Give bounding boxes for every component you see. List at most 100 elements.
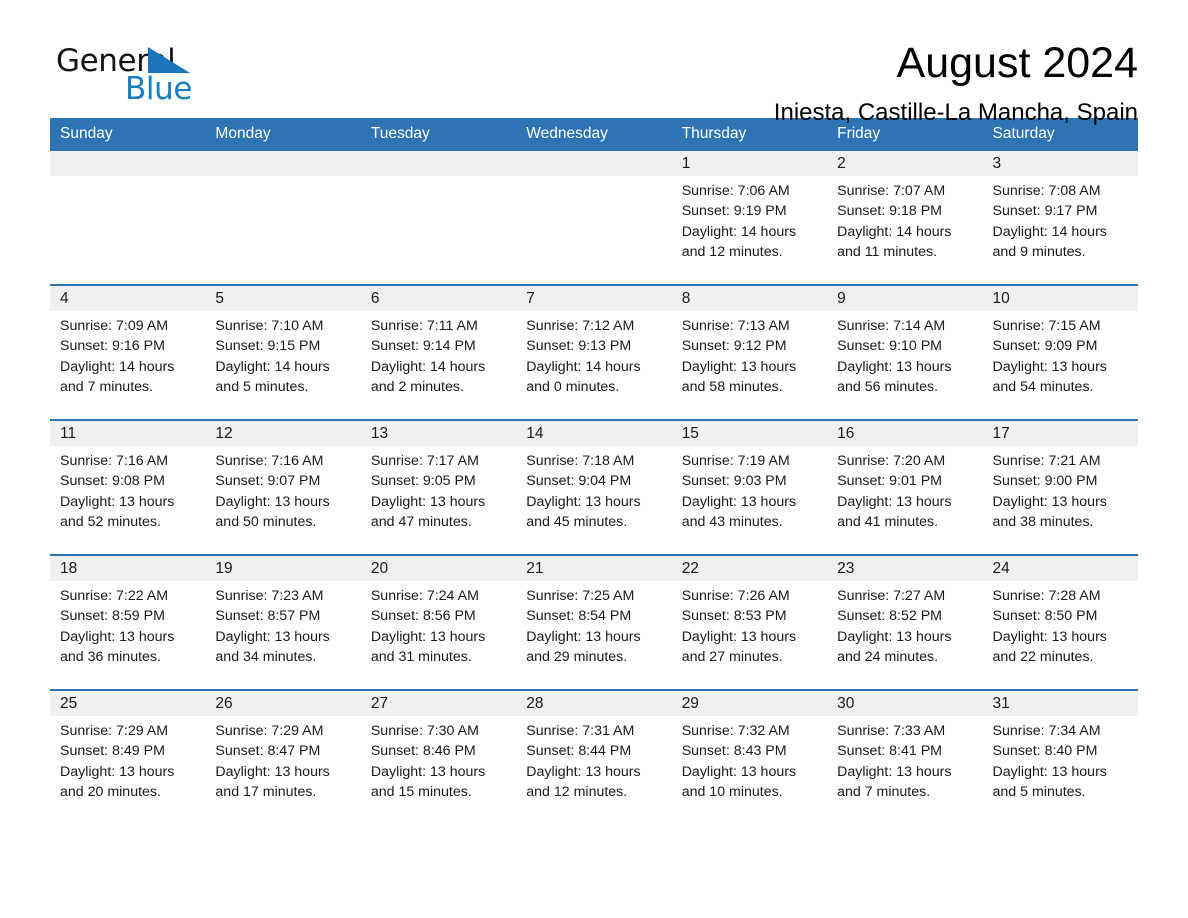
calendar-cell-day[interactable]: 30 Sunrise: 7:33 AM Sunset: 8:41 PM Dayligh… (827, 689, 983, 824)
sunset-time: Sunset: 9:19 PM (681, 203, 787, 220)
calendar-cell-day[interactable]: 27 Sunrise: 7:30 AM Sunset: 8:46 PM Dayligh… (360, 689, 517, 824)
calendar-cell-day[interactable]: 13 Sunrise: 7:17 AM Sunset: 9:05 PM Dayligh… (360, 419, 517, 555)
sunset-time: Sunset: 8:43 PM (681, 743, 787, 760)
day-sun-info: Sunrise: 7:16 AM Sunset: 9:08 PM Daylight:… (50, 446, 205, 533)
day-number: 26 (205, 691, 361, 716)
day-cell: 1 Sunrise: 7:06 AM Sunset: 9:19 PM Daylight… (671, 151, 828, 284)
calendar-week-row: 1 Sunrise: 7:06 AM Sunset: 9:19 PM Daylight… (50, 151, 1138, 285)
day-sun-info: Sunrise: 7:16 AM Sunset: 9:07 PM Daylight:… (205, 446, 360, 533)
calendar-cell-day[interactable]: 7 Sunrise: 7:12 AM Sunset: 9:13 PM Daylight… (516, 284, 672, 420)
day-sun-info: Sunrise: 7:28 AM Sunset: 8:50 PM Daylight:… (983, 581, 1138, 668)
day-sun-info: Sunrise: 7:29 AM Sunset: 8:47 PM Daylight:… (205, 716, 360, 803)
daylight-duration-line2: and 12 minutes. (681, 244, 783, 261)
day-number: 3 (982, 151, 1138, 176)
sunset-time: Sunset: 8:53 PM (681, 608, 787, 625)
day-cell: 8 Sunrise: 7:13 AM Sunset: 9:12 PM Daylight… (671, 286, 828, 419)
day-number: 27 (360, 691, 517, 716)
calendar-cell-day[interactable]: 18 Sunrise: 7:22 AM Sunset: 8:59 PM Dayligh… (50, 554, 206, 690)
calendar-cell-day[interactable]: 5 Sunrise: 7:10 AM Sunset: 9:15 PM Daylight… (205, 284, 361, 420)
calendar-cell-day[interactable]: 16 Sunrise: 7:20 AM Sunset: 9:01 PM Dayligh… (827, 419, 983, 555)
calendar-cell-day[interactable]: 12 Sunrise: 7:16 AM Sunset: 9:07 PM Dayligh… (205, 419, 361, 555)
daylight-duration-line2: and 56 minutes. (837, 379, 939, 396)
day-number: 31 (982, 691, 1138, 716)
daylight-duration-line2: and 47 minutes. (370, 514, 472, 531)
blue-triangle-flag-icon (148, 47, 190, 73)
calendar-cell-day[interactable]: 14 Sunrise: 7:18 AM Sunset: 9:04 PM Dayligh… (516, 419, 672, 555)
page-header: General Blue August 2024 Iniesta, Castil… (50, 0, 1138, 126)
sunrise-time: Sunrise: 7:33 AM (837, 723, 946, 739)
calendar-cell-day[interactable]: 22 Sunrise: 7:26 AM Sunset: 8:53 PM Dayligh… (671, 554, 828, 690)
calendar-cell-day[interactable]: 3 Sunrise: 7:08 AM Sunset: 9:17 PM Daylight… (982, 151, 1138, 285)
day-number: 1 (671, 151, 828, 176)
calendar-week-row: 25 Sunrise: 7:29 AM Sunset: 8:49 PM Dayligh… (50, 689, 1138, 824)
day-sun-info: Sunrise: 7:22 AM Sunset: 8:59 PM Daylight:… (50, 581, 205, 668)
calendar-cell-day[interactable]: 8 Sunrise: 7:13 AM Sunset: 9:12 PM Daylight… (671, 284, 828, 420)
day-cell: 7 Sunrise: 7:12 AM Sunset: 9:13 PM Daylight… (516, 286, 672, 419)
calendar-cell-day[interactable]: 2 Sunrise: 7:07 AM Sunset: 9:18 PM Daylight… (827, 151, 983, 285)
day-number: 17 (982, 421, 1138, 446)
daylight-duration-line2: and 36 minutes. (60, 649, 161, 666)
day-sun-info: Sunrise: 7:27 AM Sunset: 8:52 PM Daylight:… (827, 581, 982, 668)
calendar-cell-day[interactable]: 24 Sunrise: 7:28 AM Sunset: 8:50 PM Dayligh… (982, 554, 1138, 690)
sunrise-time: Sunrise: 7:27 AM (837, 588, 946, 604)
generalblue-logo[interactable]: General Blue (50, 38, 200, 110)
daylight-duration-line2: and 7 minutes. (60, 379, 154, 396)
sunrise-time: Sunrise: 7:34 AM (992, 723, 1101, 739)
sunset-time: Sunset: 9:03 PM (681, 473, 787, 490)
day-sun-info: Sunrise: 7:17 AM Sunset: 9:05 PM Daylight:… (361, 446, 516, 533)
calendar-cell-day[interactable]: 11 Sunrise: 7:16 AM Sunset: 9:08 PM Dayligh… (50, 419, 206, 555)
day-cell: 30 Sunrise: 7:33 AM Sunset: 8:41 PM Dayligh… (827, 691, 983, 824)
sunset-time: Sunset: 9:01 PM (837, 473, 942, 490)
day-number: 4 (50, 286, 206, 311)
sunset-time: Sunset: 8:47 PM (215, 743, 321, 760)
sunrise-time: Sunrise: 7:29 AM (215, 723, 324, 739)
calendar-cell-day[interactable]: 25 Sunrise: 7:29 AM Sunset: 8:49 PM Dayligh… (50, 689, 206, 824)
calendar-cell-day[interactable]: 15 Sunrise: 7:19 AM Sunset: 9:03 PM Dayligh… (671, 419, 828, 555)
calendar-cell-day[interactable]: 4 Sunrise: 7:09 AM Sunset: 9:16 PM Daylight… (50, 284, 206, 420)
calendar-cell-day[interactable]: 10 Sunrise: 7:15 AM Sunset: 9:09 PM Dayligh… (982, 284, 1138, 420)
daylight-duration-line2: and 41 minutes. (837, 514, 939, 531)
day-number: 29 (671, 691, 828, 716)
day-sun-info: Sunrise: 7:26 AM Sunset: 8:53 PM Daylight:… (672, 581, 827, 668)
day-number (360, 151, 517, 176)
calendar-cell-day[interactable]: 6 Sunrise: 7:11 AM Sunset: 9:14 PM Daylight… (360, 284, 517, 420)
day-number: 10 (982, 286, 1138, 311)
day-sun-info: Sunrise: 7:34 AM Sunset: 8:40 PM Daylight:… (983, 716, 1138, 803)
day-sun-info: Sunrise: 7:31 AM Sunset: 8:44 PM Daylight:… (516, 716, 671, 803)
day-cell: 22 Sunrise: 7:26 AM Sunset: 8:53 PM Dayligh… (671, 556, 828, 689)
sunrise-time: Sunrise: 7:08 AM (992, 183, 1101, 199)
calendar-cell-day[interactable]: 26 Sunrise: 7:29 AM Sunset: 8:47 PM Dayligh… (205, 689, 361, 824)
sunrise-time: Sunrise: 7:10 AM (215, 318, 324, 334)
calendar-cell-empty (205, 151, 361, 285)
calendar-cell-day[interactable]: 17 Sunrise: 7:21 AM Sunset: 9:00 PM Dayligh… (982, 419, 1138, 555)
sunset-time: Sunset: 8:40 PM (992, 743, 1098, 760)
calendar-cell-day[interactable]: 31 Sunrise: 7:34 AM Sunset: 8:40 PM Dayligh… (982, 689, 1138, 824)
day-number: 24 (982, 556, 1138, 581)
day-sun-info: Sunrise: 7:21 AM Sunset: 9:00 PM Daylight:… (983, 446, 1138, 533)
calendar-cell-day[interactable]: 28 Sunrise: 7:31 AM Sunset: 8:44 PM Dayligh… (516, 689, 672, 824)
sunset-time: Sunset: 8:59 PM (60, 608, 165, 625)
calendar-cell-day[interactable]: 21 Sunrise: 7:25 AM Sunset: 8:54 PM Dayligh… (516, 554, 672, 690)
day-cell: 21 Sunrise: 7:25 AM Sunset: 8:54 PM Dayligh… (516, 556, 672, 689)
daylight-duration-line1: Daylight: 14 hours (992, 223, 1107, 240)
day-number: 22 (671, 556, 828, 581)
day-cell (205, 151, 361, 284)
daylight-duration-line2: and 5 minutes. (992, 784, 1086, 801)
calendar-cell-day[interactable]: 1 Sunrise: 7:06 AM Sunset: 9:19 PM Daylight… (671, 151, 828, 285)
day-cell: 4 Sunrise: 7:09 AM Sunset: 9:16 PM Daylight… (50, 286, 206, 419)
calendar-cell-day[interactable]: 29 Sunrise: 7:32 AM Sunset: 8:43 PM Dayligh… (671, 689, 828, 824)
daylight-duration-line2: and 24 minutes. (837, 649, 939, 666)
calendar-cell-day[interactable]: 9 Sunrise: 7:14 AM Sunset: 9:10 PM Daylight… (827, 284, 983, 420)
calendar-cell-day[interactable]: 23 Sunrise: 7:27 AM Sunset: 8:52 PM Dayligh… (827, 554, 983, 690)
page-subtitle: Iniesta, Castille-La Mancha, Spain (773, 99, 1138, 126)
calendar-cell-day[interactable]: 19 Sunrise: 7:23 AM Sunset: 8:57 PM Dayligh… (205, 554, 361, 690)
daylight-duration-line2: and 12 minutes. (526, 784, 628, 801)
calendar-cell-day[interactable]: 20 Sunrise: 7:24 AM Sunset: 8:56 PM Dayligh… (360, 554, 517, 690)
day-number: 28 (516, 691, 672, 716)
sunrise-time: Sunrise: 7:12 AM (526, 318, 635, 334)
day-number: 2 (827, 151, 983, 176)
calendar-week-row: 11 Sunrise: 7:16 AM Sunset: 9:08 PM Dayligh… (50, 419, 1138, 555)
daylight-duration-line1: Daylight: 14 hours (681, 223, 797, 240)
sunrise-time: Sunrise: 7:13 AM (681, 318, 790, 334)
daylight-duration-line1: Daylight: 13 hours (992, 358, 1107, 375)
